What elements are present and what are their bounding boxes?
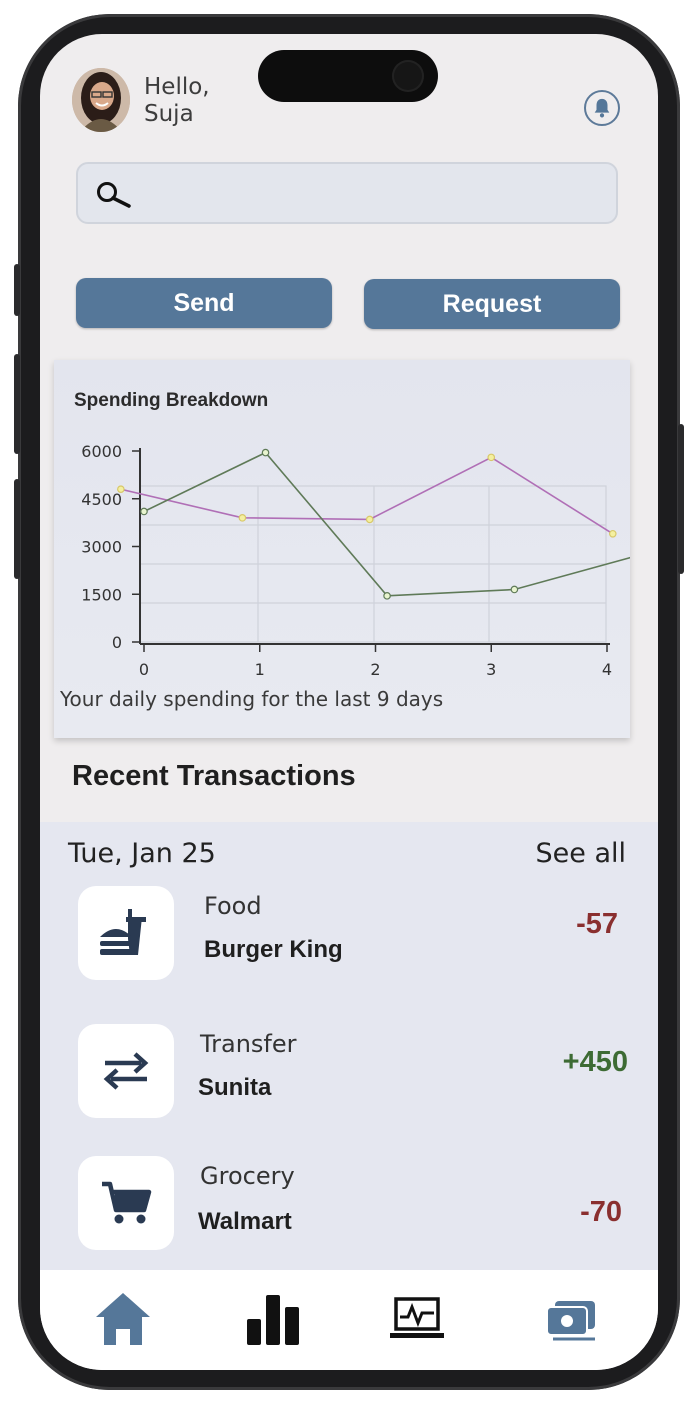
transaction-amount: -57 — [576, 908, 618, 940]
transaction-row-food[interactable]: Food Burger King -57 — [40, 886, 658, 982]
avatar[interactable] — [72, 68, 130, 132]
spending-chart-card: Spending Breakdown 6000 4500 3000 1500 0 0 1 2 3… — [54, 360, 630, 738]
transaction-category: Food — [204, 892, 262, 920]
notification-bell-icon[interactable] — [584, 90, 620, 126]
transfer-arrows-icon — [78, 1024, 174, 1118]
activity-monitor-icon[interactable] — [382, 1284, 452, 1354]
chart-point — [608, 529, 617, 538]
bar-chart-icon[interactable] — [238, 1284, 308, 1354]
money-icon[interactable] — [536, 1284, 606, 1354]
chart-point — [140, 507, 148, 516]
send-button[interactable]: Send — [76, 278, 332, 328]
chart-subtitle: Your daily spending for the last 9 days — [60, 687, 444, 711]
chart-x-tick-label: 1 — [255, 660, 265, 679]
chart-series-line — [143, 451, 630, 597]
user-name: Suja — [144, 101, 194, 127]
search-icon — [94, 180, 134, 214]
transaction-merchant: Burger King — [204, 936, 343, 963]
chart-point — [487, 453, 496, 462]
transactions-date: Tue, Jan 25 — [68, 838, 216, 869]
greeting-text: Hello, Suja — [144, 74, 210, 128]
chart-point — [238, 514, 247, 522]
chart-y-tick-label: 6000 — [81, 442, 122, 461]
transaction-category: Grocery — [200, 1162, 295, 1190]
chart-y-tick-label: 1500 — [81, 585, 122, 604]
chart-y-tick-label: 3000 — [81, 538, 122, 557]
chart-point — [261, 448, 270, 457]
spending-line-chart: 6000 4500 3000 1500 00 1 2 3 4 — [81, 442, 630, 679]
request-button[interactable]: Request — [364, 279, 620, 329]
chart-x-tick-label: 0 — [139, 660, 149, 679]
transaction-merchant: Sunita — [198, 1074, 272, 1101]
transaction-amount: -70 — [580, 1196, 622, 1228]
app-screen: Hello, Suja Send Request Spending Breakd… — [40, 34, 658, 1370]
transaction-row-grocery[interactable]: Grocery Walmart -70 — [40, 1156, 658, 1252]
search-input[interactable] — [76, 162, 618, 224]
bottom-nav — [40, 1270, 658, 1370]
home-icon[interactable] — [88, 1284, 158, 1354]
recent-transactions-title: Recent Transactions — [72, 760, 356, 792]
transactions-panel: Tue, Jan 25 See all Food Burger King -57 — [40, 822, 658, 1270]
transaction-merchant: Walmart — [198, 1208, 292, 1235]
transaction-amount: +450 — [562, 1046, 628, 1078]
shopping-cart-icon — [78, 1156, 174, 1250]
transaction-category: Transfer — [200, 1030, 297, 1058]
chart-x-tick-label: 2 — [370, 660, 380, 679]
transaction-row-transfer[interactable]: Transfer Sunita +450 — [40, 1024, 658, 1120]
chart-y-tick-label: 0 — [112, 633, 122, 652]
chart-point — [510, 585, 519, 594]
chart-series-line — [120, 456, 614, 535]
chart-point — [383, 592, 391, 600]
see-all-link[interactable]: See all — [536, 838, 627, 869]
chart-x-tick-label: 4 — [602, 660, 612, 679]
dynamic-island — [258, 50, 438, 102]
chart-point — [365, 515, 374, 524]
chart-y-tick-label: 4500 — [81, 490, 122, 509]
chart-x-tick-label: 3 — [486, 660, 496, 679]
burger-drink-icon — [78, 886, 174, 980]
chart-point — [117, 485, 125, 494]
greeting-label: Hello, — [144, 74, 210, 100]
